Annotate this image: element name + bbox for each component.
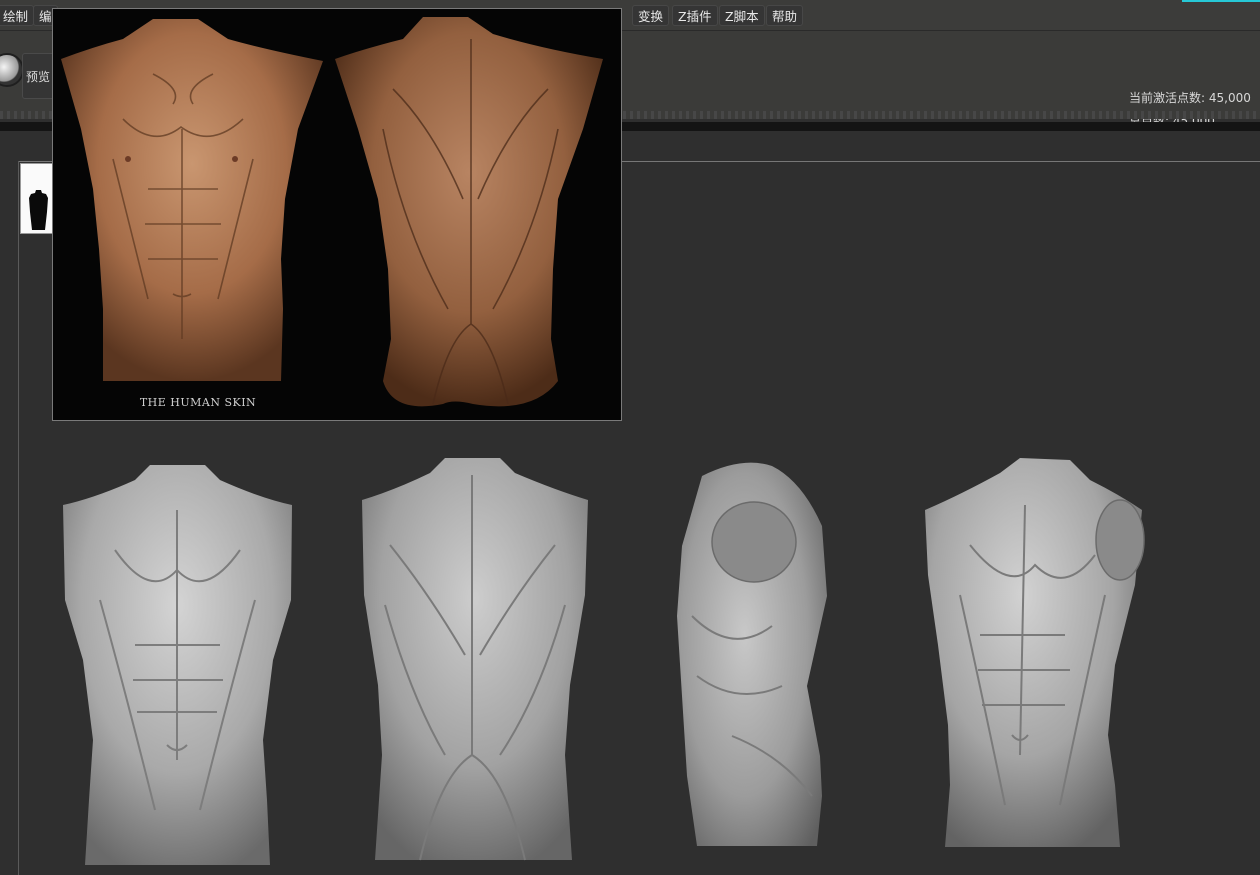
menu-transform[interactable]: 变换 <box>632 5 670 26</box>
menu-help[interactable]: 帮助 <box>766 5 804 26</box>
active-points-readout: 当前激活点数: 45,000 <box>1129 91 1251 105</box>
reference-image-panel[interactable]: THE HUMAN SKIN <box>52 8 622 421</box>
reference-caption: THE HUMAN SKIN <box>139 396 257 409</box>
sculpt-side-view[interactable] <box>672 456 832 854</box>
canvas-left-border <box>18 161 19 875</box>
menu-zplugin[interactable]: Z插件 <box>672 5 718 26</box>
brush-material-sphere-icon[interactable] <box>0 53 24 87</box>
menu-zscript[interactable]: Z脚本 <box>719 5 765 26</box>
reference-front-torso <box>61 19 323 381</box>
sculpt-front-view[interactable] <box>55 460 300 870</box>
sculpt-back-view[interactable] <box>360 455 592 865</box>
sculpt-three-quarter-view[interactable] <box>920 455 1152 853</box>
menu-draw[interactable]: 绘制 <box>0 5 35 26</box>
shoulder-cap <box>1095 499 1145 581</box>
accent-strip <box>1182 0 1260 2</box>
torso-tool-thumbnail-icon <box>29 190 48 230</box>
shoulder-cap <box>711 501 797 583</box>
tool-thumbnail[interactable] <box>20 163 53 234</box>
reference-torso-photo <box>61 17 603 407</box>
reference-back-torso <box>335 17 603 407</box>
